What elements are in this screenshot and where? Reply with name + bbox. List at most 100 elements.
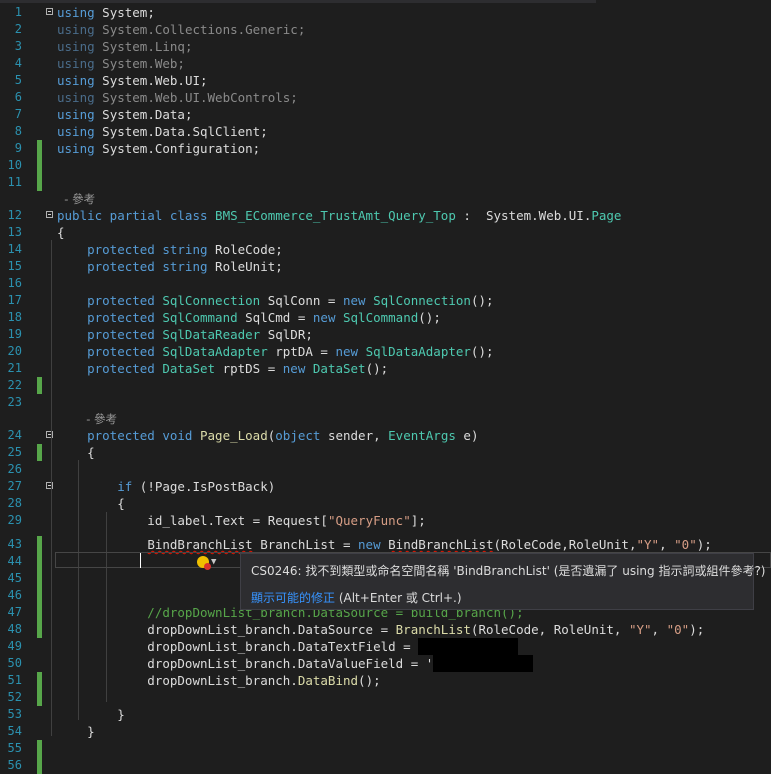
code-token: dropDownList_branch.DataValueField = ' [57, 656, 434, 671]
change-margin-marker [37, 553, 42, 570]
line-number: 50 [7, 656, 22, 670]
change-margin-marker [37, 621, 42, 638]
line-number: 22 [7, 378, 22, 392]
line-number: 44 [7, 554, 22, 568]
error-token: BindBranchList [388, 537, 494, 552]
collapse-icon[interactable] [46, 211, 53, 218]
line-number: 7 [14, 107, 22, 121]
code-line: 51 dropDownList_branch.DataBind(); [0, 672, 771, 689]
code-line: 13 { [0, 224, 771, 241]
change-margin-marker [37, 757, 42, 774]
indent-guide [51, 240, 52, 736]
code-token: { [57, 225, 65, 240]
code-token: BMS_ECommerce_TrustAmt_Query_Top [207, 208, 456, 223]
code-text: { [57, 495, 125, 512]
reference-count[interactable]: - 參考 [57, 411, 117, 428]
code-line: 52 [0, 689, 771, 706]
code-token: (!Page.IsPostBack) [132, 479, 276, 494]
line-number: 28 [7, 496, 22, 510]
code-text: protected void Page_Load(object sender, … [57, 427, 478, 444]
code-token: SqlCommand [343, 310, 419, 325]
line-number: 17 [7, 293, 22, 307]
code-token: System.Collections.Generic; [94, 22, 306, 37]
code-text: { [57, 444, 95, 461]
code-token: { [57, 496, 125, 511]
code-token: new [282, 361, 313, 376]
codelens-reference[interactable]: - 參考 [0, 411, 771, 428]
code-line: 21 protected DataSet rptDS = new DataSet… [0, 360, 771, 377]
code-token: EventArgs [388, 428, 456, 443]
code-token: Page_Load [192, 428, 268, 443]
code-line: 7 using System.Data; [0, 106, 771, 123]
code-token: protected void [57, 428, 193, 443]
reference-count[interactable]: - 參考 [57, 191, 95, 208]
line-number: 8 [14, 124, 22, 138]
code-text: } [57, 706, 125, 723]
code-text: protected DataSet rptDS = new DataSet(); [57, 360, 388, 377]
chevron-down-icon: ▼ [211, 557, 217, 567]
change-margin-marker [37, 604, 42, 621]
code-token: id_label.Text = Request[ [57, 513, 328, 528]
code-line: 24 protected void Page_Load(object sende… [0, 427, 771, 444]
line-number: 47 [7, 605, 22, 619]
codelens-reference[interactable]: - 參考 [0, 191, 771, 208]
show-fixes-link[interactable]: 顯示可能的修正 [251, 591, 335, 605]
code-token: using [57, 5, 95, 20]
code-token: SqlConnection [373, 293, 471, 308]
line-number: 13 [7, 225, 22, 239]
code-line: 53 } [0, 706, 771, 723]
code-token: SqlCmd = [237, 310, 313, 325]
code-line: 19 protected SqlDataReader SqlDR; [0, 326, 771, 343]
change-margin-marker [37, 672, 42, 689]
line-number: 46 [7, 588, 22, 602]
code-token: if [57, 479, 133, 494]
code-token: using [57, 56, 95, 71]
code-line: 9 using System.Configuration; [0, 140, 771, 157]
code-token: System.Web.UI. [485, 208, 592, 223]
code-text: id_label.Text = Request["QueryFunc"]; [57, 512, 426, 529]
code-token: using [57, 39, 95, 54]
code-token: using [57, 90, 95, 105]
code-token: "0" [674, 537, 697, 552]
line-number: 15 [7, 259, 22, 273]
change-margin-marker [37, 587, 42, 604]
code-token: protected [57, 344, 163, 359]
code-text: } [57, 723, 95, 740]
code-token: using [57, 22, 95, 37]
code-text: BindBranchList BranchList = new BindBran… [57, 536, 711, 553]
change-margin-marker [37, 740, 42, 757]
code-token: SqlCommand [162, 310, 238, 325]
code-token: BranchList [395, 622, 471, 637]
code-token: using [57, 141, 95, 156]
change-margin-marker [37, 570, 42, 587]
code-text: protected string RoleUnit; [57, 258, 283, 275]
error-message: CS0246: 找不到類型或命名空間名稱 'BindBranchList' (是… [251, 564, 766, 578]
quick-actions-button[interactable]: ▼ [197, 554, 227, 570]
line-number: 1 [14, 5, 22, 19]
code-text: using System.Linq; [57, 38, 192, 55]
code-text: using System.Collections.Generic; [57, 21, 305, 38]
code-token: e) [455, 428, 479, 443]
code-token: SqlDataReader [162, 327, 261, 342]
code-line: 12 public partial class BMS_ECommerce_Tru… [0, 207, 771, 224]
code-text: using System.Data; [57, 106, 192, 123]
code-text: using System.Web.UI.WebControls; [57, 89, 298, 106]
change-margin-marker [37, 536, 42, 553]
line-number: 9 [14, 141, 22, 155]
line-number: 16 [7, 276, 22, 290]
code-text: protected SqlDataReader SqlDR; [57, 326, 313, 343]
code-token: protected [57, 293, 163, 308]
code-token: (); [470, 344, 494, 359]
code-line: 48 dropDownList_branch.DataSource = Bran… [0, 621, 771, 638]
code-line: 25 { [0, 444, 771, 461]
code-line: 11 [0, 174, 771, 191]
code-token: ]; [410, 513, 426, 528]
code-text: protected SqlCommand SqlCmd = new SqlCom… [57, 309, 441, 326]
code-token: SqlDataAdapter [162, 344, 268, 359]
code-line: 5 using System.Web.UI; [0, 72, 771, 89]
collapse-icon[interactable] [46, 8, 53, 15]
line-number: 45 [7, 571, 22, 585]
code-editor[interactable]: 1 using System; 2 using System.Collections.… [0, 0, 771, 774]
code-token: SqlConnection [162, 293, 261, 308]
